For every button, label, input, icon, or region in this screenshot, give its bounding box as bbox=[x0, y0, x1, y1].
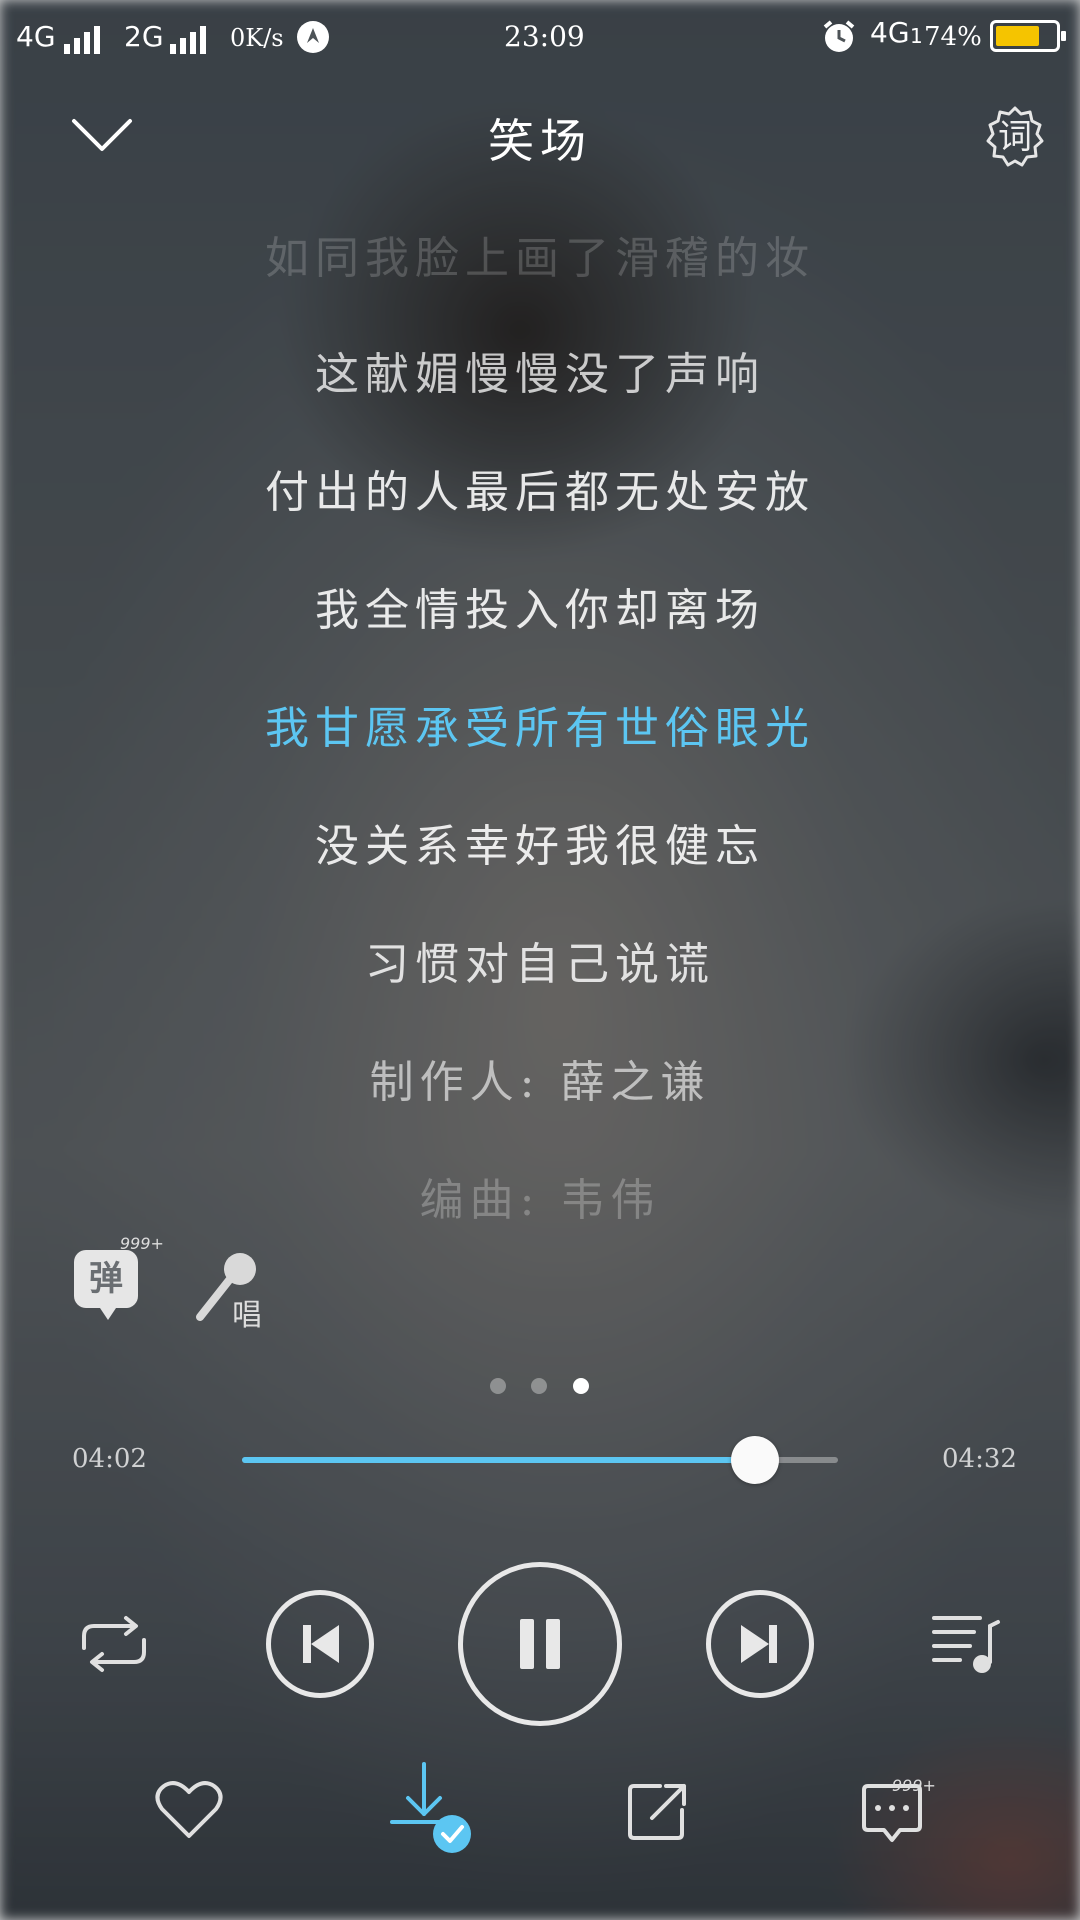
skip-next-icon bbox=[741, 1625, 777, 1663]
battery-fill bbox=[996, 26, 1039, 46]
alarm-icon bbox=[823, 20, 855, 52]
signal-strength-icon bbox=[170, 26, 210, 54]
seek-bar-played bbox=[242, 1457, 755, 1463]
lyric-line: 习惯对自己说谎 bbox=[365, 939, 715, 990]
pause-button[interactable] bbox=[458, 1562, 622, 1726]
lyric-line: 制作人: 薛之谦 bbox=[369, 1057, 711, 1108]
signal-strength-icon bbox=[64, 26, 104, 54]
elapsed-time: 04:02 bbox=[72, 1444, 147, 1474]
network-type-1: 4G bbox=[16, 20, 56, 53]
repeat-icon[interactable] bbox=[76, 1612, 152, 1676]
song-title: 笑场 bbox=[488, 114, 592, 168]
downloaded-icon[interactable] bbox=[388, 1760, 476, 1858]
lyric-line-current: 我甘愿承受所有世俗眼光 bbox=[265, 703, 815, 754]
clock: 23:09 bbox=[504, 20, 585, 53]
lyrics-settings-button[interactable]: 词 bbox=[982, 104, 1048, 170]
danmu-button[interactable]: 弹 bbox=[74, 1250, 138, 1320]
sing-label: 唱 bbox=[232, 1298, 262, 1333]
page-dot[interactable] bbox=[531, 1378, 547, 1394]
lyric-line: 如同我脸上画了滑稽的妆 bbox=[265, 233, 815, 284]
seek-bar[interactable] bbox=[242, 1436, 838, 1484]
network-speed: 0K/s bbox=[230, 24, 284, 52]
comment-count-badge: 999+ bbox=[892, 1776, 936, 1795]
seek-thumb[interactable] bbox=[730, 1436, 779, 1484]
lyric-line: 付出的人最后都无处安放 bbox=[265, 467, 815, 518]
playlist-icon[interactable] bbox=[930, 1612, 1002, 1676]
lyric-line: 这献媚慢慢没了声响 bbox=[315, 349, 765, 400]
lyric-line: 我全情投入你却离场 bbox=[315, 585, 765, 636]
status-bar: 4G 2G 0K/s 23:09 4G 1 74% bbox=[0, 0, 1080, 76]
danmu-count-badge: 999+ bbox=[120, 1234, 164, 1253]
next-button[interactable] bbox=[706, 1590, 814, 1698]
battery-icon bbox=[990, 20, 1066, 52]
pause-icon bbox=[520, 1619, 560, 1669]
sim-slot: 1 bbox=[910, 24, 923, 48]
previous-button[interactable] bbox=[266, 1590, 374, 1698]
page-dot-active[interactable] bbox=[573, 1378, 589, 1394]
network-type-2: 2G bbox=[124, 20, 164, 53]
sync-icon bbox=[297, 21, 329, 53]
danmu-label: 弹 bbox=[89, 1259, 123, 1299]
battery-percent: 74% bbox=[924, 22, 982, 52]
total-time: 04:32 bbox=[942, 1444, 1017, 1474]
skip-previous-icon bbox=[303, 1625, 339, 1663]
lyric-line: 编曲: 韦伟 bbox=[419, 1175, 661, 1226]
page-dot[interactable] bbox=[490, 1378, 506, 1394]
share-icon[interactable] bbox=[626, 1780, 690, 1844]
network-type-3: 4G bbox=[870, 16, 910, 49]
lyrics-button-label: 词 bbox=[998, 117, 1032, 157]
lyric-line: 没关系幸好我很健忘 bbox=[315, 821, 765, 872]
favorite-heart-icon[interactable] bbox=[154, 1778, 224, 1842]
